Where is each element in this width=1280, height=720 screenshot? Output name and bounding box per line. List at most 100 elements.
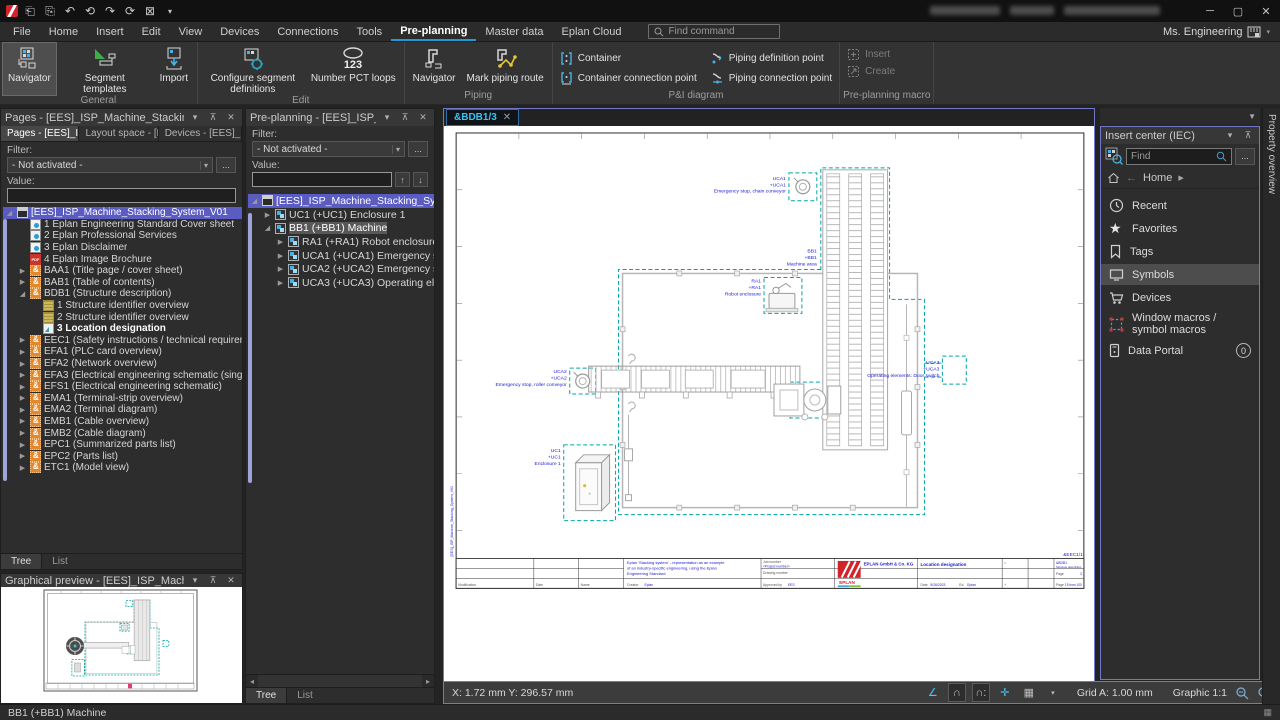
tree-item[interactable]: ▶RA1 (+RA1) Robot enclosure — [248, 235, 434, 249]
tree-item[interactable]: 4 Eplan Image Brochure — [3, 253, 242, 265]
tree-item[interactable]: ▶EPC1 (Summarized parts list) — [3, 439, 242, 451]
insert-find-input[interactable]: Find — [1126, 148, 1232, 165]
menu-pre-planning[interactable]: Pre-planning — [391, 22, 476, 41]
search-down-button[interactable]: ↓ — [413, 172, 428, 187]
tab-pages[interactable]: Pages - [EES]_ISP_... — [1, 126, 79, 141]
container-button[interactable]: Container — [556, 48, 701, 68]
insert-item-favorites[interactable]: ★ Favorites — [1101, 218, 1259, 239]
tree-item[interactable]: ◢[EES]_ISP_Machine_Stacking_System_V01 — [248, 194, 434, 208]
tree-item[interactable]: ◢BDB1 (Structure description) — [3, 288, 242, 300]
tab-list[interactable]: List — [42, 554, 78, 569]
mark-piping-route-button[interactable]: Mark piping route — [461, 43, 548, 90]
tree-item[interactable]: ▶EMB2 (Cable diagram) — [3, 427, 242, 439]
tab-tree[interactable]: Tree — [246, 688, 287, 703]
tree-item[interactable]: ▶BAB1 (Table of contents) — [3, 277, 242, 289]
collapsed-arrow-icon[interactable]: ▶ — [18, 464, 27, 472]
pin-icon[interactable]: ⊼ — [206, 575, 220, 586]
value-input[interactable] — [252, 172, 392, 187]
layout-grid-icon[interactable]: ▦ — [1263, 707, 1272, 718]
piping-navigator-button[interactable]: Navigator — [408, 43, 461, 90]
collapsed-arrow-icon[interactable]: ▶ — [18, 383, 27, 391]
find-command-input[interactable]: Find command — [648, 24, 780, 39]
pin-icon[interactable]: ⊼ — [398, 112, 412, 123]
find-more-button[interactable]: ... — [1235, 148, 1255, 165]
home-icon[interactable] — [1107, 172, 1120, 184]
insert-item-devices[interactable]: Devices — [1101, 287, 1259, 308]
close-icon[interactable]: ✕ — [416, 112, 430, 123]
snap-points-icon[interactable]: ∩: — [973, 684, 989, 701]
collapsed-arrow-icon[interactable]: ▶ — [276, 279, 285, 287]
tab-list-dropdown-icon[interactable]: ▼ — [1248, 112, 1256, 121]
tab-tree[interactable]: Tree — [1, 554, 42, 569]
property-overview-tab[interactable]: Property overview — [1263, 108, 1280, 200]
collapsed-arrow-icon[interactable]: ▶ — [276, 252, 285, 260]
tab-layout-space[interactable]: Layout space - [EES... — [79, 126, 158, 141]
back-icon[interactable]: ← — [1126, 172, 1137, 184]
new-page-icon[interactable]: ⎗ — [22, 4, 38, 19]
tree-item[interactable]: ▶EMA2 (Terminal diagram) — [3, 404, 242, 416]
collapsed-arrow-icon[interactable]: ▶ — [18, 417, 27, 425]
panel-menu-icon[interactable]: ▾ — [380, 112, 394, 123]
insert-item-tags[interactable]: Tags — [1101, 241, 1259, 262]
tree-item[interactable]: ▶EEC1 (Safety instructions / technical r… — [3, 335, 242, 347]
tree-item[interactable]: ▶UCA2 (+UCA2) Emergency stop, roller con… — [248, 262, 434, 276]
snap-icon[interactable]: ∩ — [949, 684, 965, 701]
collapsed-arrow-icon[interactable]: ▶ — [18, 278, 27, 286]
tree-item[interactable]: ▶EFA1 (PLC card overview) — [3, 346, 242, 358]
cancel-action-icon[interactable]: ⊠ — [142, 4, 158, 18]
insert-item-symbols[interactable]: Symbols — [1101, 264, 1259, 285]
tree-item[interactable]: ▶UCA1 (+UCA1) Emergency stop, chain conv… — [248, 249, 434, 263]
collapsed-arrow-icon[interactable]: ▶ — [18, 406, 27, 414]
collapsed-arrow-icon[interactable]: ▶ — [263, 211, 272, 219]
scrollbar-thumb[interactable] — [248, 213, 252, 483]
panel-menu-icon[interactable]: ▾ — [188, 575, 202, 586]
expanded-arrow-icon[interactable]: ◢ — [18, 290, 27, 298]
macro-insert-button[interactable]: Insert — [843, 48, 899, 61]
menu-insert[interactable]: Insert — [87, 22, 133, 41]
tree-item[interactable]: ▶EMB1 (Cable overview) — [3, 416, 242, 428]
tree-item[interactable]: ▶EFA2 (Network overview) — [3, 358, 242, 370]
expanded-arrow-icon[interactable]: ◢ — [5, 209, 14, 217]
insert-item-recent[interactable]: Recent — [1101, 195, 1259, 216]
scroll-left-icon[interactable]: ◂ — [246, 677, 258, 686]
insert-center-header[interactable]: Insert center (IEC) ▾ ⊼ — [1101, 127, 1259, 144]
tree-item[interactable]: ◢BB1 (+BB1) Machine — [248, 221, 434, 235]
preplanning-panel-header[interactable]: Pre-planning - [EES]_ISP_Machine_Stack..… — [246, 109, 434, 126]
zoom-out-icon[interactable] — [1235, 686, 1249, 700]
panel-menu-icon[interactable]: ▾ — [188, 112, 202, 123]
slope-tool-icon[interactable]: ∠ — [925, 684, 941, 701]
tree-item[interactable]: ▶EPC2 (Parts list) — [3, 450, 242, 462]
preview-canvas[interactable] — [1, 587, 242, 703]
tree-item[interactable]: 2 Structure identifier overview — [3, 311, 242, 323]
expanded-arrow-icon[interactable]: ◢ — [250, 197, 259, 205]
tab-devices[interactable]: Devices - [EES]_ISP_... — [159, 126, 242, 141]
filter-select[interactable]: - Not activated -▾ — [252, 141, 405, 157]
drawing-canvas[interactable]: UCA1 +UCA1 Emergency stop, chain conveyo… — [444, 126, 1094, 682]
navigator-button[interactable]: Navigator — [3, 43, 56, 95]
menu-home[interactable]: Home — [40, 22, 87, 41]
container-connection-point-button[interactable]: Container connection point — [556, 68, 701, 88]
tree-item[interactable]: 1 Structure identifier overview — [3, 300, 242, 312]
number-pct-loops-button[interactable]: 123 Number PCT loops — [306, 43, 401, 95]
crosshair-icon[interactable]: ✛ — [997, 684, 1013, 701]
collapsed-arrow-icon[interactable]: ▶ — [18, 441, 27, 449]
tree-item[interactable]: 1 Eplan Engineering Standard Cover sheet — [3, 219, 242, 231]
collapsed-arrow-icon[interactable]: ▶ — [18, 394, 27, 402]
filter-select[interactable]: - Not activated -▾ — [7, 157, 213, 173]
minimize-button[interactable]: ─ — [1196, 0, 1224, 22]
redo-history-icon[interactable]: ⟳ — [122, 4, 138, 18]
tree-item[interactable]: ▶EFS1 (Electrical engineering schematic) — [3, 381, 242, 393]
tree-item[interactable]: ▶UC1 (+UC1) Enclosure 1 — [248, 208, 434, 222]
close-button[interactable]: ✕ — [1252, 0, 1280, 22]
grid-display-icon[interactable]: ▦ — [1021, 684, 1037, 701]
panel-menu-icon[interactable]: ▾ — [1223, 130, 1237, 141]
menu-master-data[interactable]: Master data — [476, 22, 552, 41]
open-page-icon[interactable]: ⎘ — [42, 4, 58, 19]
expanded-arrow-icon[interactable]: ◢ — [263, 224, 272, 232]
menu-view[interactable]: View — [170, 22, 212, 41]
pages-panel-header[interactable]: Pages - [EES]_ISP_Machine_Stacking_Syste… — [1, 109, 242, 126]
filter-more-button[interactable]: ... — [216, 157, 236, 173]
collapsed-arrow-icon[interactable]: ▶ — [18, 267, 27, 275]
tree-item[interactable]: ◢[EES]_ISP_Machine_Stacking_System_V01 — [3, 207, 242, 219]
undo-history-icon[interactable]: ⟲ — [82, 4, 98, 18]
